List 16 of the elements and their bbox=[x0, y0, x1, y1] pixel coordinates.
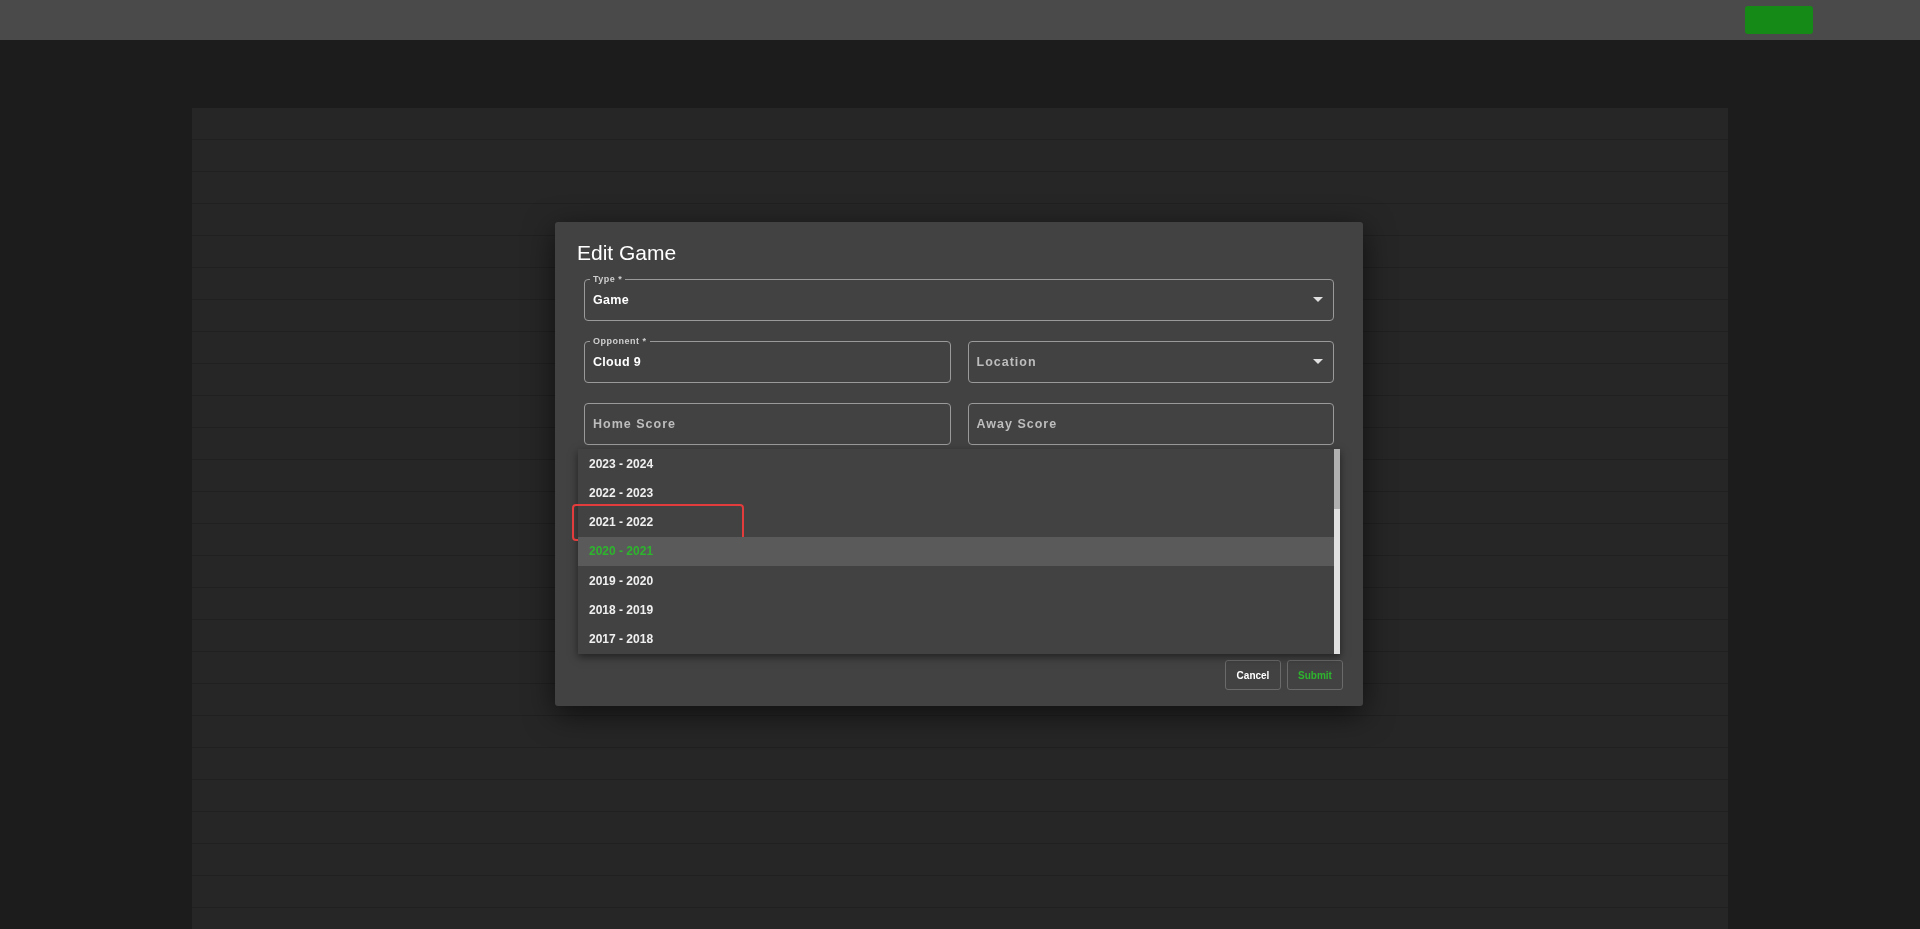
input-field[interactable]: Away Score bbox=[967, 403, 1334, 446]
season-option[interactable]: 2022 - 2023 bbox=[578, 478, 1334, 508]
field-label: Type * bbox=[590, 273, 626, 286]
input-field[interactable]: Home Score bbox=[584, 403, 951, 446]
season-option[interactable]: 2023 - 2024 bbox=[578, 449, 1334, 479]
season-option[interactable]: 2018 - 2019 bbox=[578, 595, 1334, 625]
cancel-button[interactable]: Cancel bbox=[1225, 660, 1281, 691]
caret-icon bbox=[1313, 297, 1323, 303]
season-option[interactable]: 2019 - 2020 bbox=[578, 565, 1334, 596]
caret-icon bbox=[1313, 359, 1323, 365]
scrollbar-thumb[interactable] bbox=[1334, 449, 1340, 510]
submit-button[interactable]: Submit bbox=[1287, 660, 1343, 691]
field-label: Opponent * bbox=[590, 335, 650, 348]
season-option[interactable]: 2017 - 2018 bbox=[578, 624, 1334, 654]
dialog-title: Edit Game bbox=[577, 240, 678, 266]
select-field[interactable]: Location bbox=[967, 341, 1334, 384]
